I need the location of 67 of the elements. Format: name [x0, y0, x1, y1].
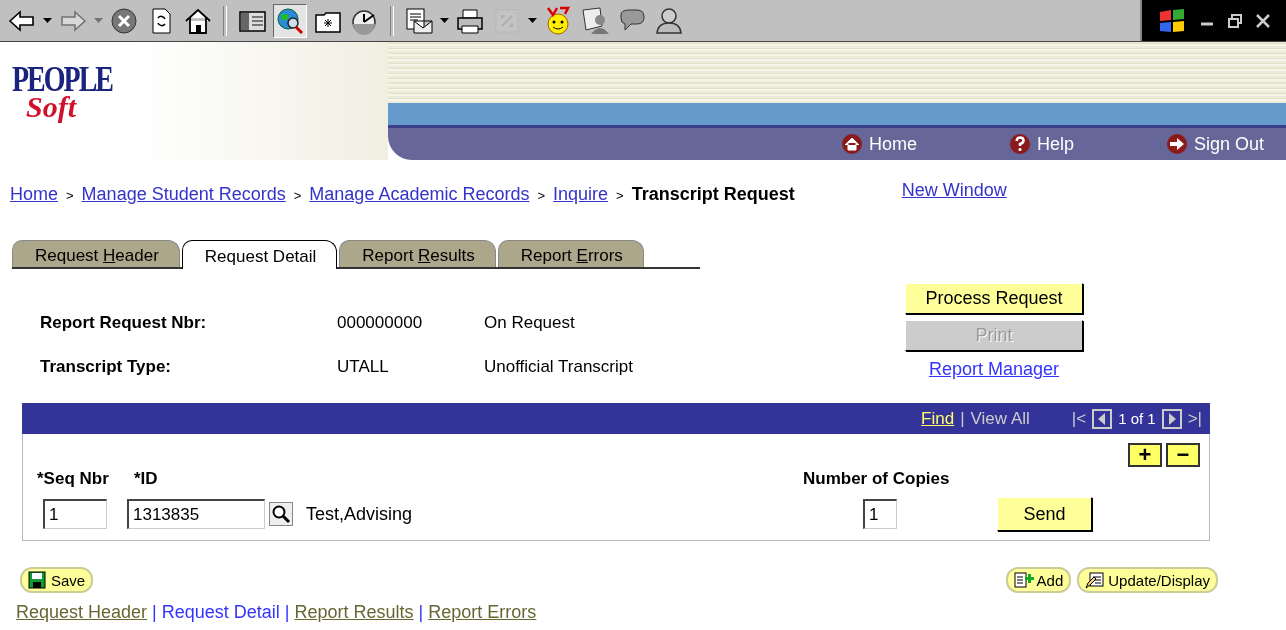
last-page-text[interactable]: >| [1187, 408, 1202, 429]
page-link[interactable]: Report Errors [428, 602, 537, 623]
page-link[interactable]: Request Header [16, 602, 148, 623]
add-row-button[interactable]: + [1128, 443, 1162, 467]
field-value: 000000000 [337, 313, 424, 333]
column-label: *Seq Nbr [37, 469, 110, 489]
input-field[interactable]: 1 [863, 499, 897, 529]
breadcrumb-separator: > [537, 188, 546, 203]
add-button[interactable]: Add [1005, 567, 1072, 593]
home-icon[interactable] [840, 133, 863, 155]
breadcrumb-separator: > [293, 188, 302, 203]
page-link[interactable]: Report Results [294, 602, 414, 623]
header-link[interactable]: Sign Out [1193, 133, 1264, 155]
windows-logo-icon [1158, 7, 1186, 34]
breadcrumb-separator: > [616, 188, 624, 203]
next-icon[interactable] [1161, 408, 1182, 429]
field-label: Report Request Nbr: [40, 313, 208, 333]
update-button[interactable]: Update/Display [1077, 567, 1218, 593]
breadcrumb-link[interactable]: Home [10, 184, 58, 205]
caret-icon[interactable] [43, 17, 52, 24]
breadcrumb-link[interactable]: Manage Academic Records [309, 184, 530, 205]
form-pencil-icon [1085, 571, 1106, 589]
view-all-text: View All [970, 408, 1030, 429]
first-page-text[interactable]: |< [1071, 408, 1087, 429]
action-button[interactable]: Process Request [904, 283, 1083, 314]
header-link[interactable]: Help [1036, 133, 1074, 155]
name-text: Test,Advising [306, 503, 414, 525]
send-button[interactable]: Send [997, 497, 1092, 531]
find-link[interactable]: Find [921, 408, 955, 429]
close-icon[interactable] [1256, 13, 1270, 28]
breadcrumb-current: Transcript Request [631, 184, 795, 205]
field-description: On Request [484, 313, 576, 333]
input-field[interactable]: 1313835 [127, 499, 265, 529]
link-separator: | [284, 602, 290, 623]
restore-icon[interactable] [1228, 13, 1242, 28]
report-manager-link[interactable]: Report Manager [928, 359, 1059, 380]
add-row-icon [1013, 571, 1034, 589]
previous-icon[interactable] [1092, 408, 1113, 429]
link-separator: | [152, 602, 157, 623]
column-label: *ID [133, 469, 159, 489]
field-value: UTALL [337, 357, 390, 377]
page-counter: 1 of 1 [1118, 410, 1156, 427]
breadcrumb-separator: > [66, 188, 74, 203]
new-window-link[interactable]: New Window [901, 180, 1007, 201]
people-icon[interactable] [579, 4, 611, 37]
caret-icon[interactable] [528, 17, 537, 24]
column-label: Number of Copies [803, 469, 951, 489]
breadcrumb-link[interactable]: Manage Student Records [81, 184, 286, 205]
caret-icon[interactable] [440, 17, 449, 24]
tab[interactable]: Request Header [12, 240, 180, 267]
logo-text: PEOPLE [12, 62, 112, 96]
delete-row-button[interactable]: − [1166, 443, 1200, 467]
field-label: Transcript Type: [40, 357, 172, 377]
tab[interactable]: Report Errors [497, 240, 644, 267]
tab[interactable]: Report Results [339, 240, 496, 267]
search-icon[interactable] [273, 3, 307, 38]
save-button[interactable]: Save [20, 567, 94, 593]
breadcrumb-link[interactable]: Inquire [553, 184, 609, 205]
page-link[interactable]: Request Detail [161, 602, 280, 623]
link-separator: | [418, 602, 424, 623]
help-icon[interactable] [1008, 133, 1031, 155]
tab[interactable]: Request Detail [181, 240, 338, 269]
search-icon[interactable] [269, 502, 293, 526]
divider-text: | [960, 408, 965, 429]
field-description: Unofficial Transcript [484, 357, 633, 377]
header-link[interactable]: Home [868, 133, 917, 155]
input-field[interactable]: 1 [43, 499, 107, 529]
